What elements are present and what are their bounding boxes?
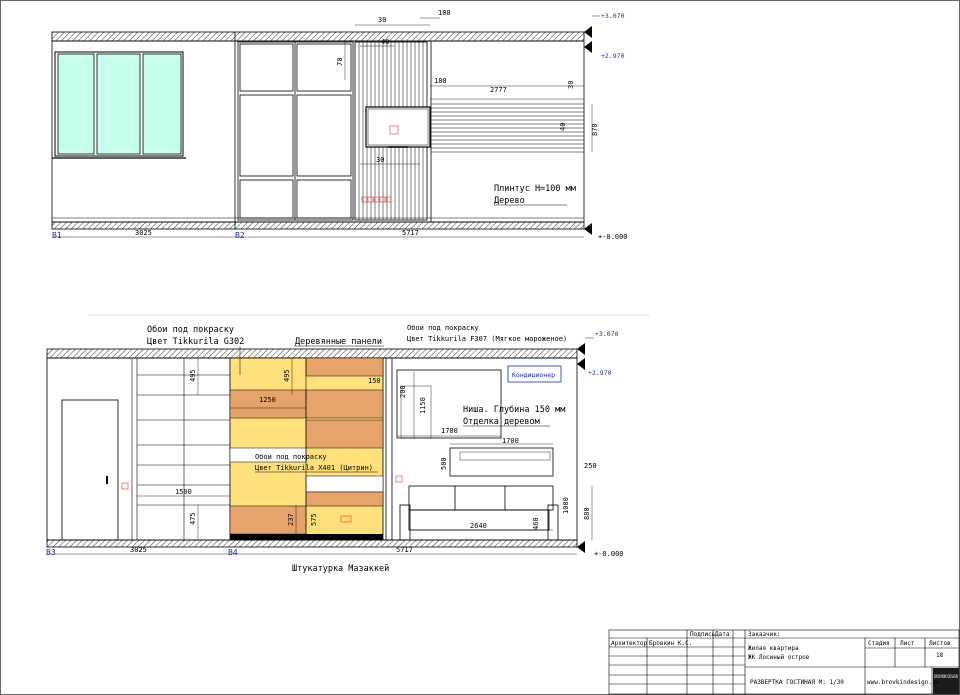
tb-col-date: Дата xyxy=(715,631,730,638)
wall-panels xyxy=(229,357,384,541)
level-top-2: +3.070 xyxy=(595,330,619,338)
tb-sheet-number: 18 xyxy=(936,652,944,659)
dim-30c: 30 xyxy=(376,156,384,164)
dim-180: 180 xyxy=(434,77,447,85)
tb-project-2: ЖК Лосиный остров xyxy=(748,654,809,661)
tb-sheets: Листов xyxy=(929,640,951,647)
callout-bottom: Штукатурка Мазаккей xyxy=(292,564,389,574)
dim-200: 200 xyxy=(399,385,407,398)
callout-x401-2: Цвет Tikkurila X401 (Цитрин) xyxy=(255,464,373,472)
door xyxy=(61,399,129,541)
tb-website: www.brovkindesign.ru xyxy=(867,679,940,686)
tb-project-1: Жилая квартира xyxy=(748,645,799,652)
dim-width-right-bottom: 5717 xyxy=(396,546,413,554)
tb-col-sign: Подпись xyxy=(690,631,716,638)
ceiling-slab xyxy=(51,31,585,42)
floor-slab xyxy=(51,221,585,230)
window xyxy=(52,51,186,159)
dim-575: 575 xyxy=(310,513,318,526)
callout-f307-2: Цвет Tikkurila F307 (Мягкое мороженое) xyxy=(407,335,567,343)
dim-1000: 1000 xyxy=(562,497,570,514)
callout-g302-1: Обои под покраску xyxy=(147,324,234,335)
dim-2777: 2777 xyxy=(490,86,507,94)
note-plinth: Плинтус H=100 мм xyxy=(494,184,576,194)
dim-width-left-bottom: 3025 xyxy=(130,546,147,554)
callout-conditioner: Кондиционер xyxy=(512,371,555,379)
dim-40: 40 xyxy=(381,38,389,46)
dim-100: 100 xyxy=(438,9,451,17)
tb-person: Бровкин К.С. xyxy=(649,640,692,647)
axis-mid-bottom: В4 xyxy=(228,548,238,557)
dim-30a: 30 xyxy=(378,16,386,24)
dim-40b: 40 xyxy=(559,123,567,131)
tb-role: Архитектор xyxy=(611,640,648,647)
level-floor-2: +-0.000 xyxy=(594,550,624,558)
window-glass-left xyxy=(57,53,95,155)
dim-1700b: 1700 xyxy=(502,437,519,445)
floor-slab-bottom xyxy=(46,539,578,548)
dim-475: 475 xyxy=(189,512,197,525)
elevation-top: 30 100 40 70 180 2777 30 40 870 30 3025 … xyxy=(51,9,628,241)
dim-250: 250 xyxy=(584,462,597,470)
note-wood: Дерево xyxy=(494,196,525,206)
switch-icon xyxy=(121,482,129,490)
axis-start-top: В1 xyxy=(52,231,62,240)
dim-1700a: 1700 xyxy=(441,427,458,435)
callout-niche-1: Ниша. Глубина 150 мм xyxy=(463,404,565,415)
niche-wall xyxy=(385,358,554,540)
dim-495b: 495 xyxy=(283,369,291,382)
socket-icon-2 xyxy=(395,475,403,483)
dim-495a: 495 xyxy=(189,369,197,382)
dim-150: 150 xyxy=(368,377,381,385)
callout-g302-2: Цвет Tikkurila G302 xyxy=(147,337,244,347)
callout-f307-1: Обои под покраску xyxy=(407,324,479,332)
elevation-bottom: Кондиционер Обои под покраску Цвет Tikku… xyxy=(46,314,650,574)
dim-1250: 1250 xyxy=(259,396,276,404)
ceiling-slab-bottom xyxy=(46,348,578,359)
dim-1500: 1500 xyxy=(175,488,192,496)
door-handle-icon xyxy=(106,476,108,484)
level-top-1: +3.070 xyxy=(601,12,625,20)
left-shelving xyxy=(131,358,230,540)
dim-237: 237 xyxy=(287,513,295,526)
tv xyxy=(365,106,431,148)
tb-sheet: Лист xyxy=(900,640,915,647)
drawing-sheet: 30 100 40 70 180 2777 30 40 870 30 3025 … xyxy=(0,0,960,695)
window-glass-center xyxy=(96,53,141,155)
dim-width-left-top: 3025 xyxy=(135,229,152,237)
tb-customer: Заказчик: xyxy=(748,631,781,638)
dim-70: 70 xyxy=(336,58,344,66)
dim-width-right-top: 5717 xyxy=(402,229,419,237)
tb-stage: Стадия xyxy=(868,640,890,647)
callout-x401-1: Обои под покраску xyxy=(255,453,327,461)
tb-sheet-title: РАЗВЕРТКА ГОСТИНАЯ М: 1/30 xyxy=(750,679,844,686)
callout-niche-2: Отделка деревом xyxy=(463,417,540,427)
dim-2640: 2640 xyxy=(470,522,487,530)
dim-880: 880 xyxy=(583,507,591,520)
dim-30b: 30 xyxy=(567,81,575,89)
sofa xyxy=(399,485,559,541)
level-ceiling-2: +2.970 xyxy=(588,369,612,377)
sockets-row xyxy=(361,196,392,203)
dim-870: 870 xyxy=(591,123,599,136)
window-glass-right xyxy=(142,53,182,155)
level-ceiling-1: +2.970 xyxy=(601,52,625,60)
level-floor-1: +-0.000 xyxy=(598,233,628,241)
callout-wood-panels: Деревянные панели xyxy=(295,337,382,347)
dim-1150: 1150 xyxy=(419,397,427,414)
niche-lower xyxy=(449,447,554,477)
dim-500: 500 xyxy=(440,457,448,470)
dim-460: 460 xyxy=(532,517,540,530)
wardrobe xyxy=(237,41,354,221)
axis-start-bottom: В3 xyxy=(46,548,56,557)
axis-mid-top: В2 xyxy=(235,231,245,240)
